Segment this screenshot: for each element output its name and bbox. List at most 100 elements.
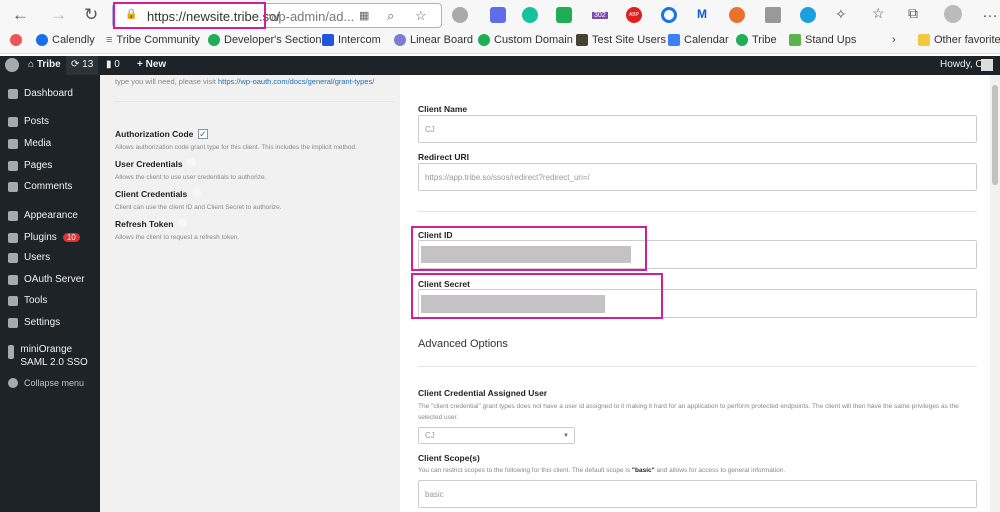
- sidebar-item-users[interactable]: Users: [8, 252, 50, 263]
- brush-icon: [8, 210, 18, 221]
- redirect-uri-label: Redirect URI: [418, 152, 470, 162]
- bookmark-developers-section[interactable]: Developer's Section: [208, 34, 322, 46]
- lock-icon: [8, 274, 18, 285]
- client-scope-label: Client Scope(s): [418, 453, 480, 463]
- shield-icon: [8, 345, 15, 359]
- assigned-user-label: Client Credential Assigned User: [418, 388, 548, 398]
- client-name-label: Client Name: [418, 104, 468, 114]
- profile-avatar[interactable]: [944, 5, 962, 23]
- client-scope-description: You can restrict scopes to the following…: [418, 467, 786, 474]
- collections-icon[interactable]: ⧉: [908, 5, 918, 22]
- comments-icon: [8, 181, 18, 192]
- bookmark-custom-domain[interactable]: Custom Domain: [478, 34, 573, 46]
- bookmark-test-site-users[interactable]: Test Site Users: [576, 34, 666, 46]
- favorites-icon[interactable]: ☆: [872, 5, 885, 22]
- client-credentials-checkbox[interactable]: [191, 188, 201, 197]
- bookmark-tribe-community[interactable]: ≡ Tribe Community: [106, 34, 200, 46]
- zoom-icon[interactable]: ⌕: [387, 8, 394, 24]
- dashboard-icon: [8, 88, 18, 99]
- client-details-panel: Client Name CJ Redirect URI https://app.…: [400, 75, 990, 512]
- scrollbar[interactable]: [990, 75, 1000, 512]
- plugins-update-badge: 10: [62, 233, 80, 242]
- pin-icon: [8, 116, 18, 127]
- wordpress-logo-icon[interactable]: [5, 58, 19, 72]
- url-path: wp-admin/ad...: [269, 9, 355, 24]
- grant-client-credentials: Client Credentials Client can use the cl…: [115, 188, 282, 211]
- user-credentials-checkbox[interactable]: [187, 158, 197, 167]
- bookmark-linear-board[interactable]: Linear Board: [394, 34, 473, 46]
- user-avatar[interactable]: [981, 59, 993, 71]
- media-icon: [8, 138, 18, 149]
- bookmark-calendar[interactable]: Calendar: [668, 34, 729, 46]
- pages-icon: [8, 160, 18, 171]
- extension-icon[interactable]: [765, 7, 781, 23]
- assigned-user-description: The "client credential" grant types does…: [418, 403, 959, 421]
- site-name-link[interactable]: ⌂ Tribe: [28, 59, 61, 70]
- sidebar-item-posts[interactable]: Posts: [8, 116, 49, 127]
- bookmarks-bar: Calendly ≡ Tribe Community Developer's Se…: [0, 30, 1000, 54]
- adblock-icon[interactable]: ABP: [626, 7, 642, 23]
- comments-link[interactable]: ▮ 0: [106, 59, 120, 70]
- sidebar-item-settings[interactable]: Settings: [8, 317, 60, 328]
- advanced-options-heading: Advanced Options: [418, 338, 508, 350]
- qr-icon[interactable]: ▦: [359, 9, 369, 22]
- bookmarks-overflow-icon[interactable]: ›: [892, 34, 896, 46]
- reload-icon[interactable]: ↻: [84, 5, 98, 25]
- favorite-icon[interactable]: ☆: [415, 8, 427, 24]
- malwarebytes-icon[interactable]: M: [697, 7, 707, 21]
- grant-types-docs-link[interactable]: https://wp-oauth.com/docs/general/grant-…: [218, 77, 374, 86]
- globe-icon[interactable]: [452, 7, 468, 23]
- password-manager-icon[interactable]: [661, 7, 677, 23]
- sidebar-item-media[interactable]: Media: [8, 138, 51, 149]
- extension-icon[interactable]: [490, 7, 506, 23]
- sidebar-item-pages[interactable]: Pages: [8, 160, 52, 171]
- sidebar-item-appearance[interactable]: Appearance: [8, 210, 78, 221]
- sidebar-item-plugins[interactable]: Plugins 10: [8, 232, 80, 243]
- divider: [115, 101, 395, 102]
- bookmark-intercom[interactable]: Intercom: [322, 34, 381, 46]
- sidebar-item-miniorange-saml[interactable]: miniOrange SAML 2.0 SSO: [8, 343, 98, 369]
- redirect-extension-icon[interactable]: 302: [592, 12, 608, 19]
- sidebar-item-tools[interactable]: Tools: [8, 295, 47, 306]
- sidebar-item-dashboard[interactable]: Dashboard: [8, 88, 73, 99]
- back-icon[interactable]: ←: [12, 5, 29, 25]
- authorization-code-checkbox[interactable]: ✓: [197, 129, 208, 139]
- browser-toolbar: ← → ↻ 🔒 https://newsite.tribe.so/ wp-adm…: [0, 0, 1000, 30]
- client-name-input[interactable]: CJ: [418, 115, 977, 143]
- plugin-icon: [8, 232, 18, 243]
- client-id-highlight: [411, 226, 647, 271]
- assigned-user-select[interactable]: CJ ▼: [418, 427, 575, 444]
- bookmark-calendly[interactable]: Calendly: [36, 34, 95, 46]
- divider: [418, 211, 977, 212]
- wrench-icon: [8, 295, 18, 306]
- refresh-token-checkbox[interactable]: [177, 218, 187, 227]
- extension-icon[interactable]: [556, 7, 572, 23]
- grant-authorization-code: Authorization Code ✓ Allows authorizatio…: [115, 129, 357, 151]
- extensions-icon[interactable]: ✧: [835, 6, 847, 23]
- sidebar-item-oauth-server[interactable]: OAuth Server: [8, 274, 85, 285]
- more-icon[interactable]: …: [982, 4, 998, 22]
- forward-icon[interactable]: →: [50, 5, 67, 25]
- grant-user-credentials: User Credentials Allows the client to us…: [115, 158, 267, 181]
- updates-link[interactable]: ⟳ 13: [66, 56, 99, 75]
- grant-types-panel: type you will need, please visit https:/…: [100, 75, 400, 512]
- wp-admin-bar: ⌂ Tribe ⟳ 13 ▮ 0 + New Howdy, CJ: [0, 56, 1000, 75]
- client-scope-input[interactable]: basic: [418, 480, 977, 508]
- dropdown-arrow-icon: ▼: [563, 432, 569, 439]
- bookmark-stand-ups[interactable]: Stand Ups: [789, 34, 856, 46]
- bookmark-tribe[interactable]: Tribe: [736, 34, 777, 46]
- settings-icon: [8, 317, 18, 328]
- bookmark-other-favorites[interactable]: Other favorites: [918, 34, 1000, 46]
- url-highlight: [113, 2, 266, 29]
- users-icon: [8, 252, 18, 263]
- grammarly-icon[interactable]: [522, 7, 538, 23]
- collapse-menu-button[interactable]: Collapse menu: [8, 378, 84, 388]
- client-secret-highlight: [411, 273, 663, 319]
- extension-icon[interactable]: [729, 7, 745, 23]
- grant-refresh-token: Refresh Token Allows the client to reque…: [115, 218, 240, 241]
- apps-icon[interactable]: [10, 34, 22, 46]
- redirect-uri-input[interactable]: https://app.tribe.so/ssos/redirect?redir…: [418, 163, 977, 191]
- new-content-link[interactable]: + New: [137, 59, 166, 70]
- salesforce-icon[interactable]: [800, 7, 816, 23]
- sidebar-item-comments[interactable]: Comments: [8, 181, 72, 192]
